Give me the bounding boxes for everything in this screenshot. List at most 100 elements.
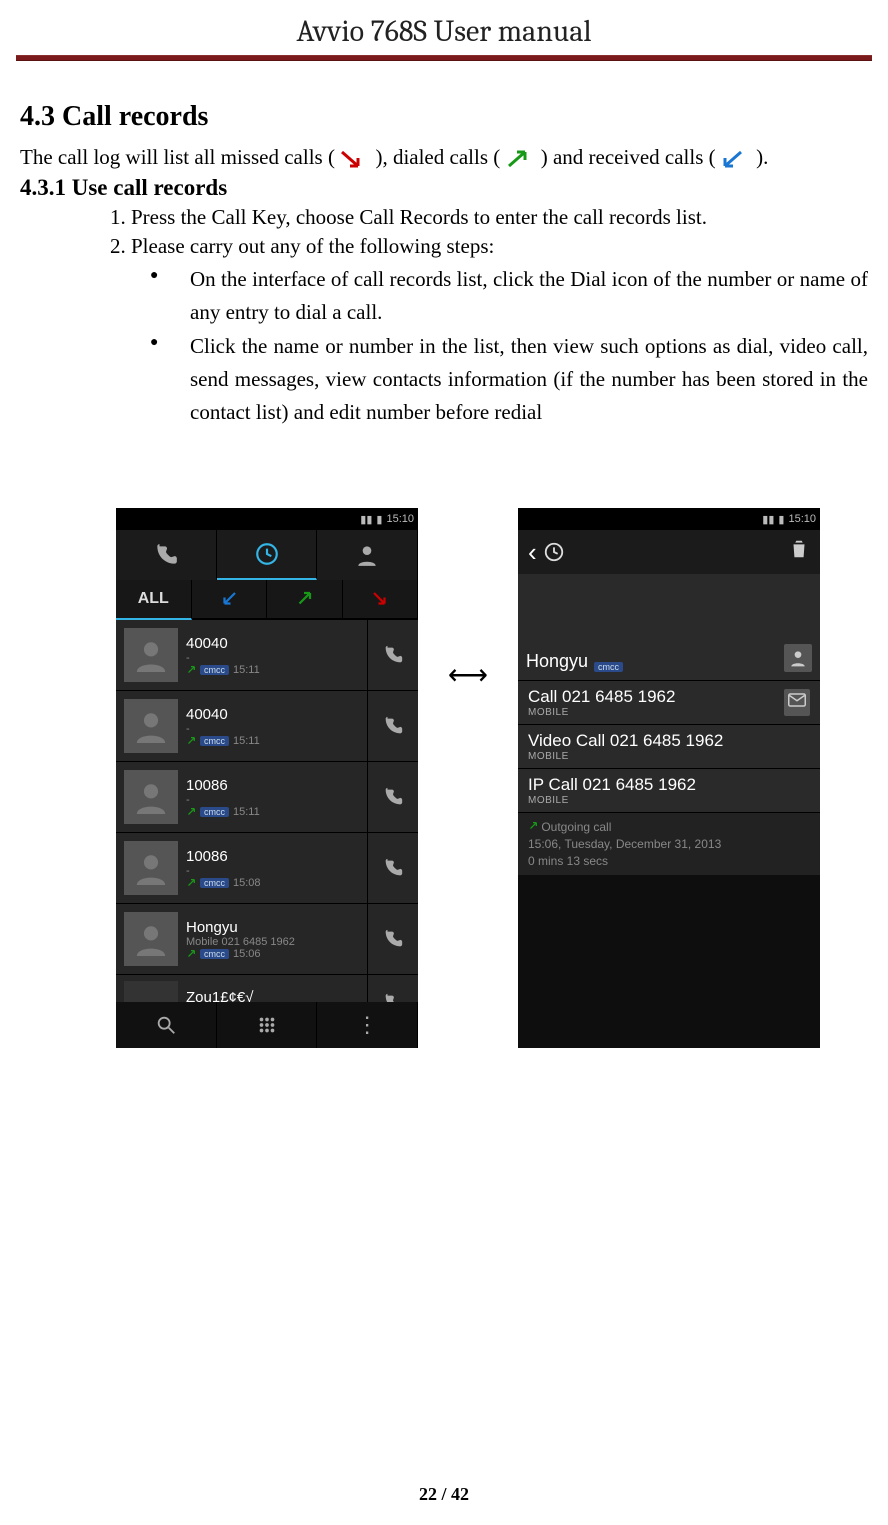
filter-missed[interactable] [343,580,419,620]
last-call-info: Outgoing call 15:06, Tuesday, December 3… [518,813,820,875]
back-button[interactable]: ‹ [528,537,537,568]
tab-dialer[interactable] [116,530,217,580]
detail-header: ‹ [518,530,820,574]
subsection-heading: 4.3.1 Use call records [20,175,868,201]
avatar [124,981,178,1002]
intro-part-4: ). [756,145,768,169]
status-time: 15:10 [788,513,816,525]
contact-name: Hongyu [526,651,588,672]
dial-button[interactable] [367,620,418,690]
filter-row: ALL [116,580,418,620]
call-sub: Mobile 021 6485 1962 [186,936,295,948]
action-sub: MOBILE [528,707,784,718]
received-call-icon [721,148,751,170]
outgoing-icon [186,736,196,746]
filter-received[interactable] [192,580,268,620]
screenshot-contact-detail: ▮▮ ▮ 15:10 ‹ Hongyu cmcc [518,508,820,1048]
contact-banner: Hongyu cmcc [518,574,820,681]
menu-button[interactable]: ⋮ [317,1002,418,1048]
missed-call-icon [340,148,370,170]
call-sub: - [186,865,190,877]
avatar [124,912,178,966]
call-name: 40040 [186,635,367,652]
carrier-badge: cmcc [200,736,229,746]
bullet-2: Click the name or number in the list, th… [150,330,868,428]
call-time: 15:11 [233,664,260,676]
bullet-list: On the interface of call records list, c… [150,263,868,428]
avatar [124,628,178,682]
bottom-bar: ⋮ [116,1002,418,1048]
action-call[interactable]: Call 021 6485 1962 MOBILE [518,681,820,725]
avatar [124,841,178,895]
outgoing-icon [186,949,196,959]
avatar [124,699,178,753]
delete-button[interactable] [788,538,810,566]
last-call-datetime: 15:06, Tuesday, December 31, 2013 [528,836,810,853]
call-name: 40040 [186,706,367,723]
last-call-type: Outgoing call [541,820,611,834]
filter-dialed[interactable] [267,580,343,620]
status-bar: ▮▮ ▮ 15:10 [116,508,418,530]
tab-recent[interactable] [217,530,318,580]
intro-part-1: The call log will list all missed calls … [20,145,335,169]
outgoing-icon [186,665,196,675]
call-name: 10086 [186,848,367,865]
call-time: 15:11 [233,806,260,818]
call-time: 15:08 [233,877,261,889]
list-item[interactable]: Zou1£¢€√ Mobile 159 2110 4708 [116,975,418,1002]
list-item[interactable]: Hongyu Mobile 021 6485 1962 cmcc 15:06 [116,904,418,975]
bullet-1: On the interface of call records list, c… [150,263,868,328]
tab-contacts[interactable] [317,530,418,580]
action-video-call[interactable]: Video Call 021 6485 1962 MOBILE [518,725,820,769]
dial-button[interactable] [367,762,418,832]
status-bar: ▮▮ ▮ 15:10 [518,508,820,530]
section-heading: 4.3 Call records [20,101,868,133]
list-item[interactable]: 10086 - cmcc 15:11 [116,762,418,833]
list-item[interactable]: 10086 - cmcc 15:08 [116,833,418,904]
action-ip-call[interactable]: IP Call 021 6485 1962 MOBILE [518,769,820,813]
intro-part-2: ), dialed calls ( [375,145,500,169]
filter-all[interactable]: ALL [116,580,192,620]
contact-avatar-icon [784,644,812,672]
call-name: 10086 [186,777,367,794]
top-tabs [116,530,418,580]
action-sub: MOBILE [528,751,810,762]
call-name: Hongyu [186,919,367,936]
status-time: 15:10 [386,513,414,525]
battery-icon: ▮ [376,513,382,526]
search-button[interactable] [116,1002,217,1048]
page-number: 22 / 42 [0,1484,888,1505]
carrier-badge: cmcc [200,807,229,817]
dial-button[interactable] [367,691,418,761]
dial-button[interactable] [367,904,418,974]
call-list: 40040 - cmcc 15:11 [116,620,418,1002]
carrier-badge: cmcc [200,878,229,888]
list-item[interactable]: 40040 - cmcc 15:11 [116,620,418,691]
call-sub: - [186,723,190,735]
carrier-badge: cmcc [594,662,623,672]
intro-paragraph: The call log will list all missed calls … [20,143,868,171]
list-item[interactable]: 40040 - cmcc 15:11 [116,691,418,762]
avatar [124,770,178,824]
call-name: Zou1£¢€√ [186,989,367,1003]
call-time: 15:11 [233,735,260,747]
page-header-title: Avvio 768S User manual [20,0,868,55]
action-title: IP Call 021 6485 1962 [528,775,810,795]
call-sub: - [186,794,190,806]
carrier-badge: cmcc [200,949,229,959]
action-title: Video Call 021 6485 1962 [528,731,810,751]
outgoing-icon [186,807,196,817]
dial-button[interactable] [367,833,418,903]
dialpad-toggle[interactable] [217,1002,318,1048]
intro-part-3: ) and received calls ( [541,145,716,169]
action-sub: MOBILE [528,795,810,806]
last-call-duration: 0 mins 13 secs [528,853,810,870]
sms-icon[interactable] [784,689,810,716]
action-title: Call 021 6485 1962 [528,687,784,707]
dial-button[interactable] [367,975,418,1002]
dialed-call-icon [505,148,535,170]
screenshot-call-log: ▮▮ ▮ 15:10 ALL [116,508,418,1048]
header-rule [16,55,872,61]
call-time: 15:06 [233,948,261,960]
outgoing-icon [186,878,196,888]
